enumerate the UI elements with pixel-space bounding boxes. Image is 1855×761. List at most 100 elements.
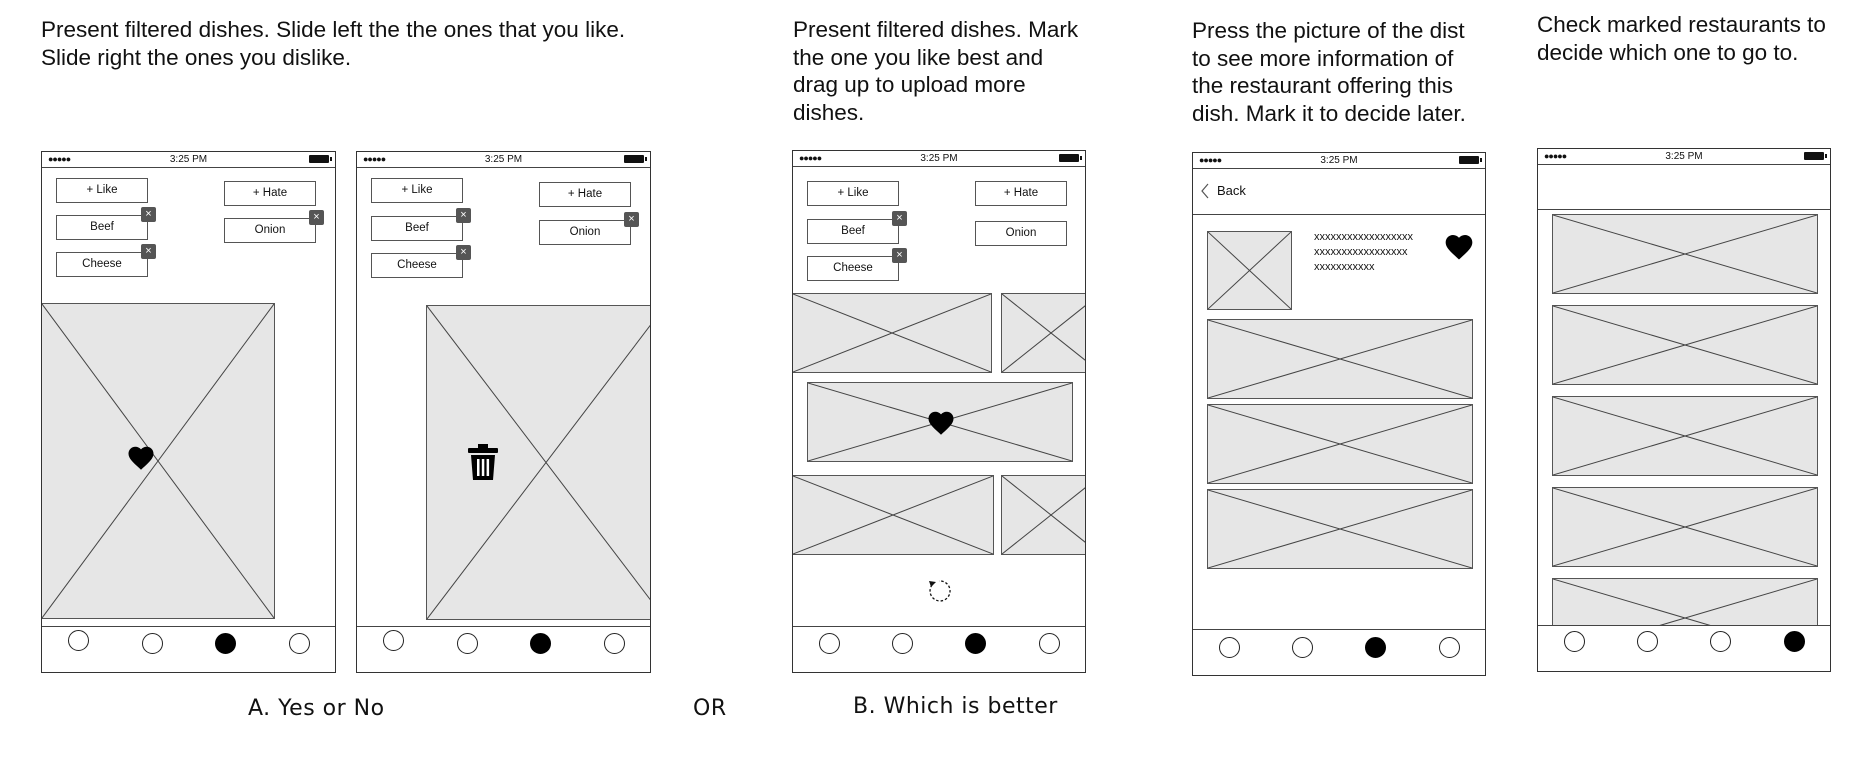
- tab-1[interactable]: [1564, 631, 1585, 652]
- status-bar: ●●●●● 3:25 PM: [1193, 153, 1485, 169]
- hate-button[interactable]: + Hate: [975, 181, 1067, 206]
- like-button[interactable]: + Like: [56, 178, 148, 203]
- phone-detail: ●●●●● 3:25 PM Back xxxxxxxxxxxxxxxxxx xx…: [1192, 152, 1486, 676]
- status-bar: ●●●●● 3:25 PM: [42, 152, 335, 168]
- dish-image[interactable]: [793, 293, 992, 373]
- chip-label: Cheese: [82, 258, 122, 270]
- dish-image[interactable]: [42, 303, 275, 619]
- caption-which-better: Present filtered dishes. Mark the one yo…: [793, 17, 1079, 125]
- chip-label: Onion: [1005, 227, 1037, 239]
- heart-icon[interactable]: [126, 443, 156, 473]
- battery-icon: [1459, 156, 1482, 164]
- filter-chip-onion: Onion: [975, 221, 1067, 246]
- remove-icon[interactable]: ×: [456, 245, 471, 260]
- tab-4[interactable]: [604, 633, 625, 654]
- tab-2[interactable]: [457, 633, 478, 654]
- tab-3[interactable]: [1365, 637, 1386, 658]
- tab-4[interactable]: [1784, 631, 1805, 652]
- chip-label: Cheese: [397, 259, 437, 271]
- battery-icon: [309, 155, 332, 163]
- status-bar: ●●●●● 3:25 PM: [357, 152, 650, 168]
- phone-like: ●●●●● 3:25 PM + Like + Hate Beef × Cheese…: [41, 151, 336, 673]
- status-time: 3:25 PM: [1320, 155, 1358, 166]
- label-yes-no: A. Yes or No: [248, 696, 385, 721]
- tab-4[interactable]: [1439, 637, 1460, 658]
- filter-chip-cheese: Cheese ×: [807, 248, 907, 281]
- like-button[interactable]: + Like: [807, 181, 899, 206]
- tab-3[interactable]: [215, 633, 236, 654]
- tab-1[interactable]: [1219, 637, 1240, 658]
- chip-label: Cheese: [833, 262, 873, 274]
- remove-icon[interactable]: ×: [892, 248, 907, 263]
- filter-chip-onion: Onion ×: [539, 212, 639, 245]
- status-time: 3:25 PM: [169, 154, 208, 165]
- hate-button[interactable]: + Hate: [539, 182, 631, 207]
- chip-label: Beef: [841, 225, 865, 237]
- heart-icon[interactable]: [1443, 231, 1475, 263]
- dish-thumbnail[interactable]: [1207, 231, 1292, 310]
- caption-yes-no: Present filtered dishes. Slide left the …: [41, 17, 626, 70]
- tab-1[interactable]: [383, 630, 404, 651]
- tab-1[interactable]: [68, 630, 89, 651]
- description-line: xxxxxxxxxxxxxxxxx: [1314, 246, 1408, 258]
- phone-which-better: ●●●●● 3:25 PM + Like + Hate Beef × Cheese…: [792, 150, 1086, 673]
- phone-marked: ●●●●● 3:25 PM: [1537, 148, 1831, 672]
- tab-bar: [1538, 625, 1830, 671]
- restaurant-image[interactable]: [1552, 396, 1818, 476]
- restaurant-image[interactable]: [1207, 319, 1473, 399]
- tab-3[interactable]: [1710, 631, 1731, 652]
- dish-description: xxxxxxxxxxxxxxxxxx xxxxxxxxxxxxxxxxx xxx…: [1314, 230, 1413, 275]
- nav-bar: Back: [1193, 168, 1485, 215]
- hate-button[interactable]: + Hate: [224, 181, 316, 206]
- tab-3[interactable]: [530, 633, 551, 654]
- description-line: xxxxxxxxxxxxxxxxxx: [1314, 231, 1413, 243]
- remove-icon[interactable]: ×: [892, 211, 907, 226]
- battery-icon: [624, 155, 647, 163]
- restaurant-image[interactable]: [1207, 404, 1473, 484]
- tab-4[interactable]: [289, 633, 310, 654]
- dish-image[interactable]: [793, 475, 994, 555]
- filter-chip-beef: Beef ×: [371, 208, 471, 241]
- chip-label: Beef: [405, 222, 429, 234]
- remove-icon[interactable]: ×: [141, 244, 156, 259]
- restaurant-image[interactable]: [1207, 489, 1473, 569]
- tab-2[interactable]: [1292, 637, 1313, 658]
- heart-icon[interactable]: [926, 408, 956, 438]
- status-bar: ●●●●● 3:25 PM: [1538, 149, 1830, 165]
- caption-marked: Check marked restaurants to decide which…: [1537, 12, 1826, 65]
- chip-label: Beef: [90, 221, 114, 233]
- nav-bar: [1538, 164, 1830, 210]
- label-which-better: B. Which is better: [853, 694, 1058, 719]
- chip-label: Onion: [254, 224, 286, 236]
- tab-2[interactable]: [892, 633, 913, 654]
- dish-image[interactable]: [1001, 475, 1085, 555]
- back-label: Back: [1217, 183, 1246, 198]
- tab-1[interactable]: [819, 633, 840, 654]
- like-button[interactable]: + Like: [371, 178, 463, 203]
- caption-detail: Press the picture of the dist to see mor…: [1192, 18, 1466, 126]
- restaurant-image[interactable]: [1552, 487, 1818, 567]
- restaurant-image[interactable]: [1552, 214, 1818, 294]
- remove-icon[interactable]: ×: [309, 210, 324, 225]
- dish-image[interactable]: [1001, 293, 1085, 373]
- trash-icon[interactable]: [467, 444, 499, 480]
- filter-chip-onion: Onion ×: [224, 210, 324, 243]
- tab-bar: [42, 626, 335, 672]
- filter-chip-cheese: Cheese ×: [371, 245, 471, 278]
- description-line: xxxxxxxxxxx: [1314, 261, 1375, 273]
- label-or: OR: [693, 696, 727, 721]
- tab-bar: [357, 626, 650, 672]
- tab-3[interactable]: [965, 633, 986, 654]
- dish-image[interactable]: [426, 305, 650, 620]
- tab-2[interactable]: [142, 633, 163, 654]
- remove-icon[interactable]: ×: [456, 208, 471, 223]
- remove-icon[interactable]: ×: [141, 207, 156, 222]
- filter-chip-beef: Beef ×: [56, 207, 156, 240]
- reload-icon: [929, 580, 951, 602]
- status-time: 3:25 PM: [1665, 151, 1703, 162]
- remove-icon[interactable]: ×: [624, 212, 639, 227]
- tab-4[interactable]: [1039, 633, 1060, 654]
- tab-2[interactable]: [1637, 631, 1658, 652]
- status-time: 3:25 PM: [484, 154, 523, 165]
- restaurant-image[interactable]: [1552, 305, 1818, 385]
